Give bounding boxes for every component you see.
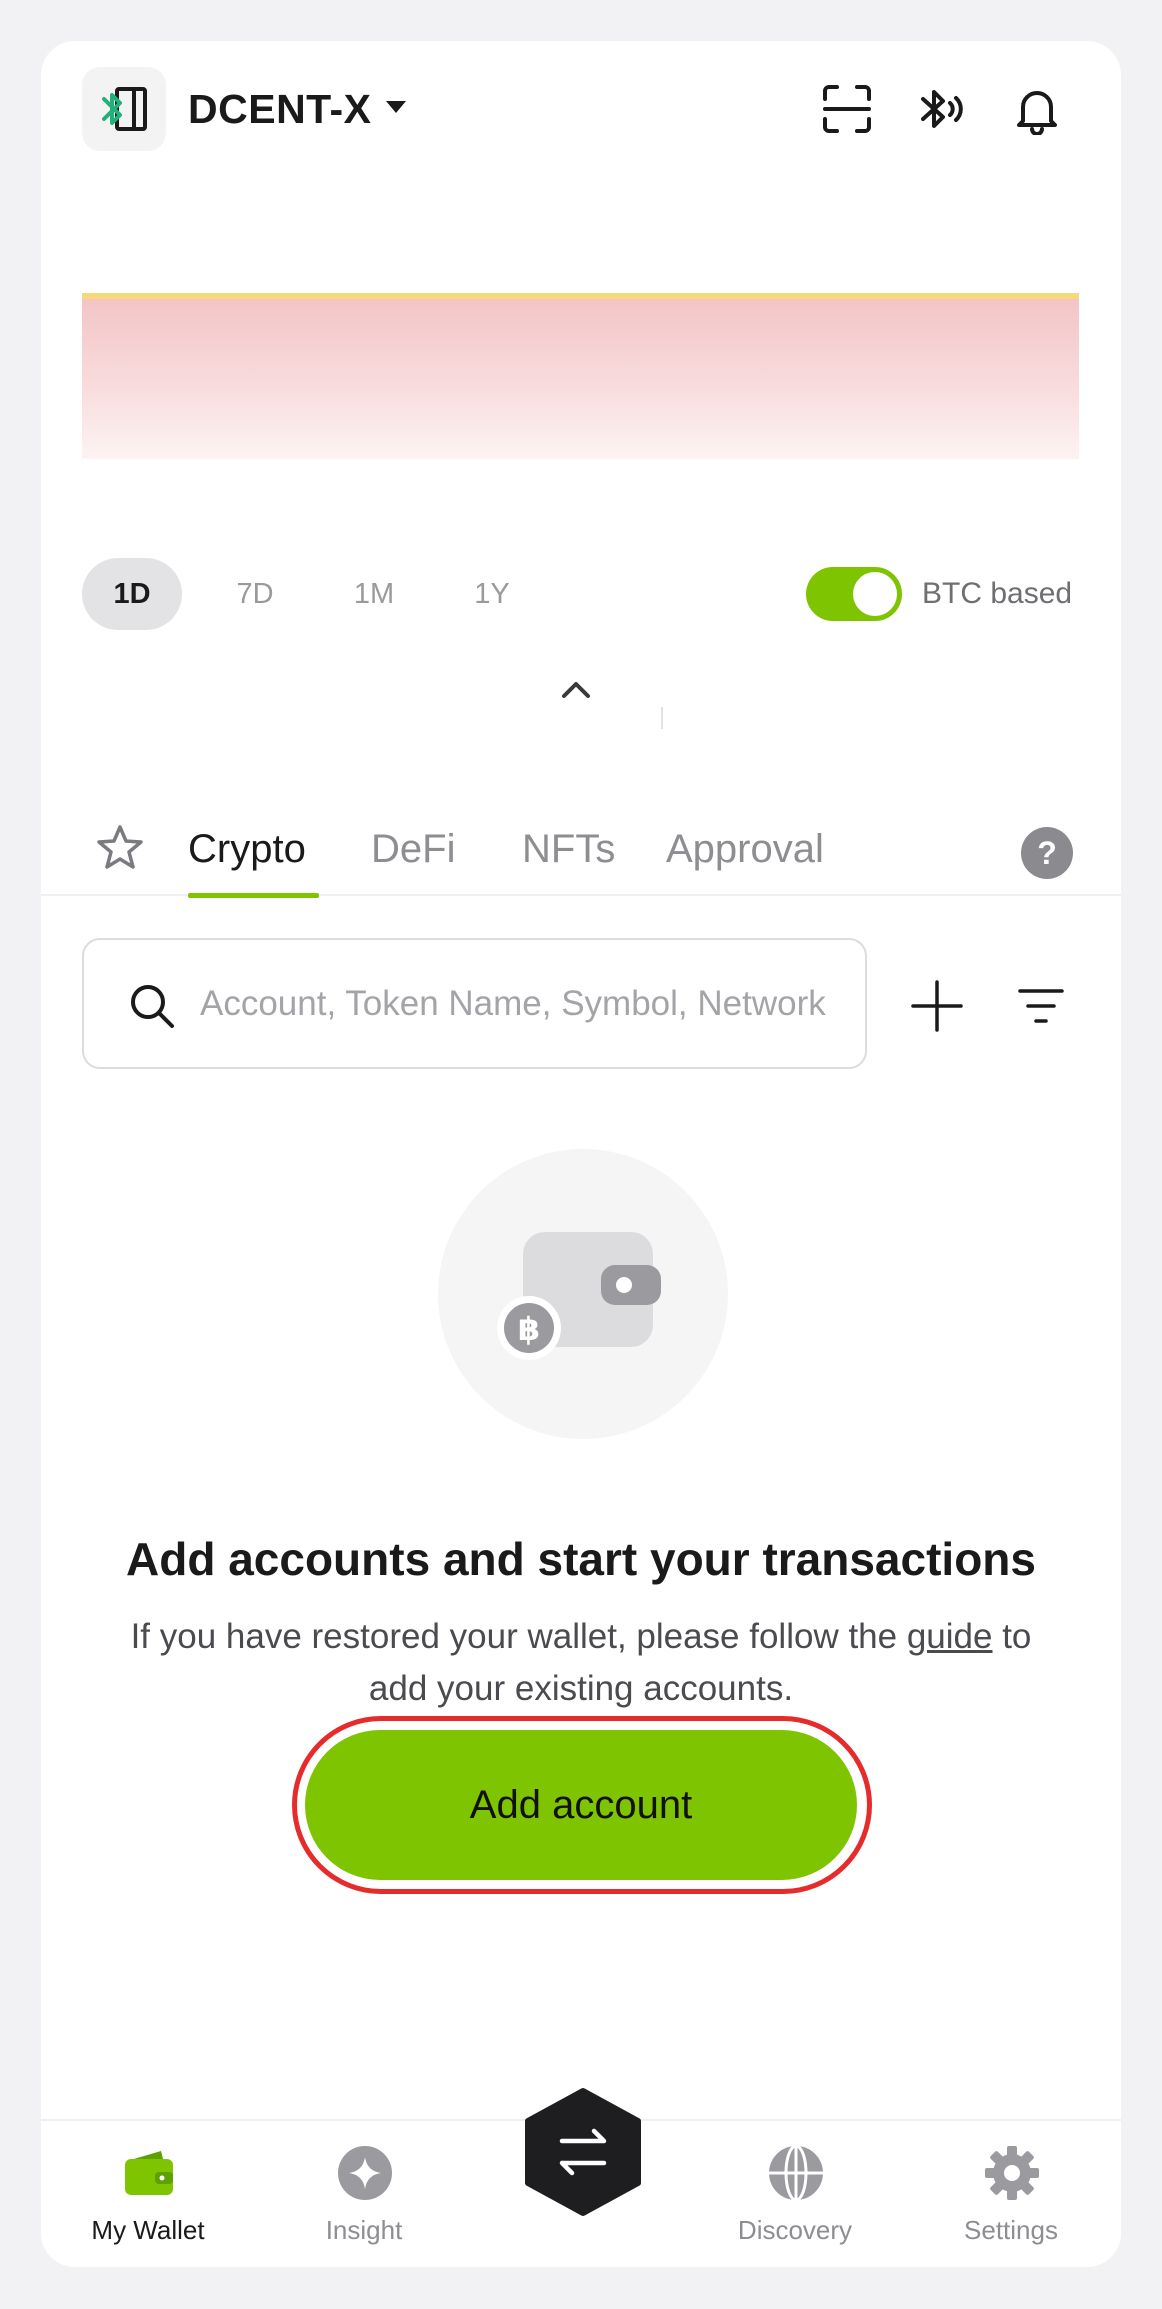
nav-my-wallet[interactable]: My Wallet (63, 2121, 233, 2267)
search-box[interactable] (82, 938, 867, 1069)
empty-state-description: If you have restored your wallet, please… (101, 1611, 1061, 1715)
tab-defi[interactable]: DeFi (371, 825, 455, 873)
nav-label: My Wallet (91, 2215, 205, 2245)
nav-label: Settings (964, 2215, 1058, 2245)
globe-icon (769, 2145, 823, 2201)
nav-label: Discovery (737, 2215, 853, 2245)
nav-insight[interactable]: Insight (279, 2121, 449, 2267)
wallet-screen: DCENT-X 1D 7D 1M 1Y BTC based Crypto DeF… (41, 41, 1121, 2267)
empty-wallet-illustration: ฿ (438, 1149, 728, 1439)
nav-label: Insight (325, 2215, 403, 2245)
btc-based-toggle[interactable] (806, 567, 902, 621)
period-7d[interactable]: 7D (205, 558, 305, 630)
period-1m[interactable]: 1M (324, 558, 424, 630)
filter-icon[interactable] (1016, 981, 1066, 1031)
help-button[interactable]: ? (1021, 827, 1073, 879)
scan-icon[interactable] (819, 81, 875, 137)
search-icon (131, 985, 174, 1028)
divider (661, 707, 663, 729)
guide-link[interactable]: guide (907, 1617, 993, 1656)
sparkle-icon (338, 2146, 392, 2200)
period-1y[interactable]: 1Y (442, 558, 542, 630)
btc-based-label: BTC based (922, 577, 1073, 610)
wallet-nav-icon (125, 2151, 173, 2195)
svg-text:฿: ฿ (518, 1310, 540, 1348)
tab-crypto[interactable]: Crypto (188, 825, 306, 873)
device-name[interactable]: DCENT-X (188, 83, 371, 135)
chevron-up-icon[interactable] (559, 677, 593, 701)
chevron-down-icon[interactable] (386, 101, 406, 113)
gear-icon (985, 2146, 1039, 2200)
toggle-knob (853, 572, 897, 616)
balance-chart (82, 293, 1079, 459)
chart-area (82, 299, 1079, 459)
search-input[interactable] (200, 940, 840, 1067)
plus-icon[interactable] (910, 979, 964, 1033)
tab-approval[interactable]: Approval (666, 825, 824, 873)
device-chip[interactable] (82, 67, 166, 151)
empty-state-title: Add accounts and start your transactions (126, 1533, 1036, 1585)
tab-nfts[interactable]: NFTs (522, 825, 615, 873)
bell-icon[interactable] (1009, 81, 1065, 137)
nav-settings[interactable]: Settings (926, 2121, 1096, 2267)
period-1d[interactable]: 1D (82, 558, 182, 630)
description-text: If you have restored your wallet, please… (130, 1617, 907, 1656)
star-icon[interactable] (95, 823, 145, 873)
bluetooth-icon[interactable] (915, 81, 971, 137)
swap-button[interactable] (520, 2087, 646, 2217)
add-account-button[interactable]: Add account (305, 1730, 857, 1880)
bluetooth-device-icon (102, 87, 147, 131)
active-tab-indicator (188, 893, 319, 898)
wallet-icon: ฿ (497, 1232, 661, 1360)
nav-discovery[interactable]: Discovery (710, 2121, 880, 2267)
